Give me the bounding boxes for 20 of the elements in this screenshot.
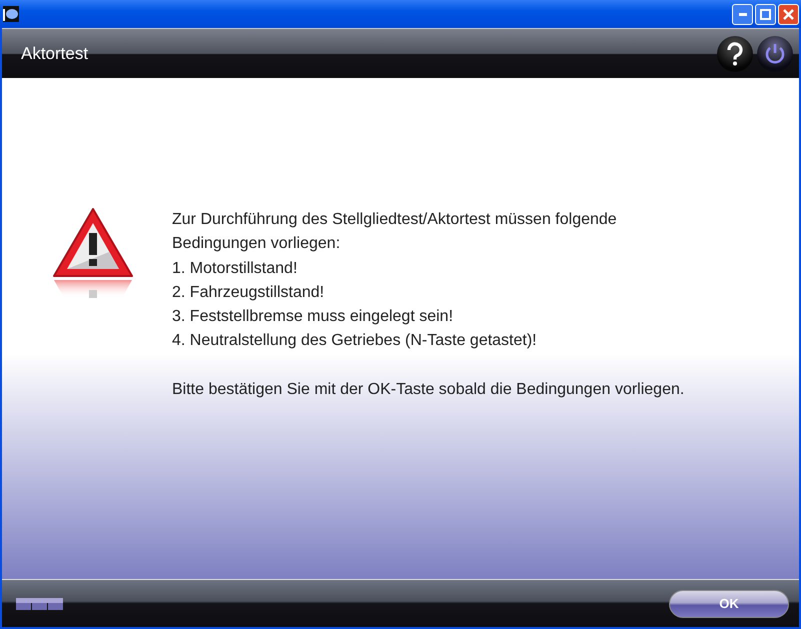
close-button[interactable]	[778, 4, 799, 24]
maximize-button[interactable]	[755, 4, 776, 24]
condition-item: 1. Motorstillstand!	[172, 258, 298, 279]
close-icon	[783, 8, 794, 20]
help-icon	[725, 42, 745, 66]
power-icon	[764, 42, 786, 64]
progress-indicator	[16, 598, 64, 610]
minimize-icon	[738, 12, 746, 16]
condition-item: 2. Fahrzeugstillstand!	[172, 282, 326, 303]
maximize-icon	[760, 8, 771, 20]
minimize-button[interactable]	[732, 4, 753, 24]
confirmation-text: Bitte bestätigen Sie mit der OK-Taste sobald die Bedingungen vorliegen.	[172, 380, 684, 400]
instruction-text: Zur Durchführung des Stellgliedtest/Aktortest müssen folgende Bedingungen vorliegen:	[172, 210, 618, 254]
condition-item: 3. Feststellbremse muss eingelegt sein!	[172, 307, 454, 328]
page-title: Aktortest	[21, 42, 88, 65]
app-icon	[3, 6, 19, 22]
ok-button[interactable]: OK	[669, 590, 789, 618]
power-button[interactable]	[757, 36, 793, 72]
condition-item: 4. Neutralstellung des Getriebes (N-Taste getastet)!	[172, 331, 538, 352]
help-button[interactable]	[717, 36, 753, 72]
